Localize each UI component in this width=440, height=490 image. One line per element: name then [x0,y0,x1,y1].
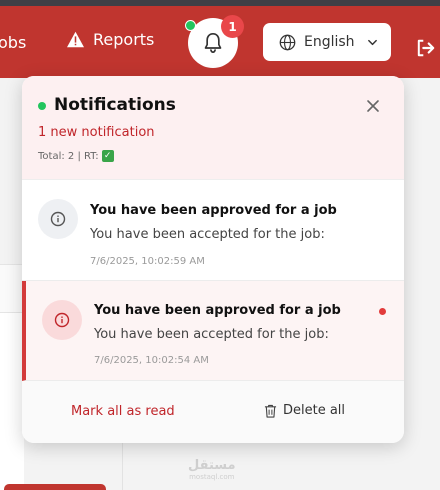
notifications-header: Notifications 1 new notification Total: … [22,76,404,180]
notification-icon-wrap [38,199,78,239]
chevron-down-icon [367,39,377,45]
unread-indicator-dot [379,308,386,315]
bell-icon [204,32,222,54]
total-realtime-text: Total: 2 | RT: [38,150,99,162]
notification-body: You have been accepted for the job: [94,327,329,342]
close-icon[interactable] [365,98,381,114]
watermark-logo: مستقل mostaql.com [188,458,236,481]
nav-reports-link[interactable]: Reports [66,30,154,49]
notification-title: You have been approved for a job [94,303,341,318]
notification-icon-wrap [42,300,82,340]
nav-reports-label: Reports [93,30,155,49]
notification-title: You have been approved for a job [90,203,337,218]
warning-icon [67,31,84,48]
notifications-title: Notifications [54,95,176,115]
mark-all-read-button[interactable]: Mark all as read [71,404,175,419]
new-notification-count: 1 new notification [38,125,155,140]
watermark-subtext: mostaql.com [189,473,235,481]
watermark-text: مستقل [188,458,236,473]
realtime-status-dot [38,102,46,110]
notification-item[interactable]: You have been approved for a job You hav… [22,181,404,281]
globe-icon [279,34,296,50]
language-selector[interactable]: English [263,23,391,61]
notifications-panel: Notifications 1 new notification Total: … [22,76,404,443]
language-label: English [304,34,355,50]
background-action-button[interactable] [4,484,106,490]
app-header: obs Reports 1 English [0,6,440,78]
trash-icon [264,404,277,418]
delete-all-button[interactable]: Delete all [264,403,345,418]
check-icon: ✓ [101,150,114,162]
notification-body: You have been accepted for the job: [90,227,325,242]
notifications-footer: Mark all as read Delete all [22,381,404,443]
logout-icon[interactable] [416,39,436,57]
background-divider [122,440,123,490]
notification-timestamp: 7/6/2025, 10:02:59 AM [90,256,205,267]
notification-timestamp: 7/6/2025, 10:02:54 AM [94,355,209,366]
delete-all-label: Delete all [283,403,346,418]
info-icon [50,211,66,227]
online-status-dot [185,20,196,31]
total-realtime-line: Total: 2 | RT: ✓ [38,150,114,162]
info-icon [54,312,70,328]
nav-jobs-link[interactable]: obs [0,33,26,52]
background-card [0,312,24,490]
notification-count-badge: 1 [221,15,244,38]
notification-item-unread[interactable]: You have been approved for a job You hav… [22,281,404,381]
